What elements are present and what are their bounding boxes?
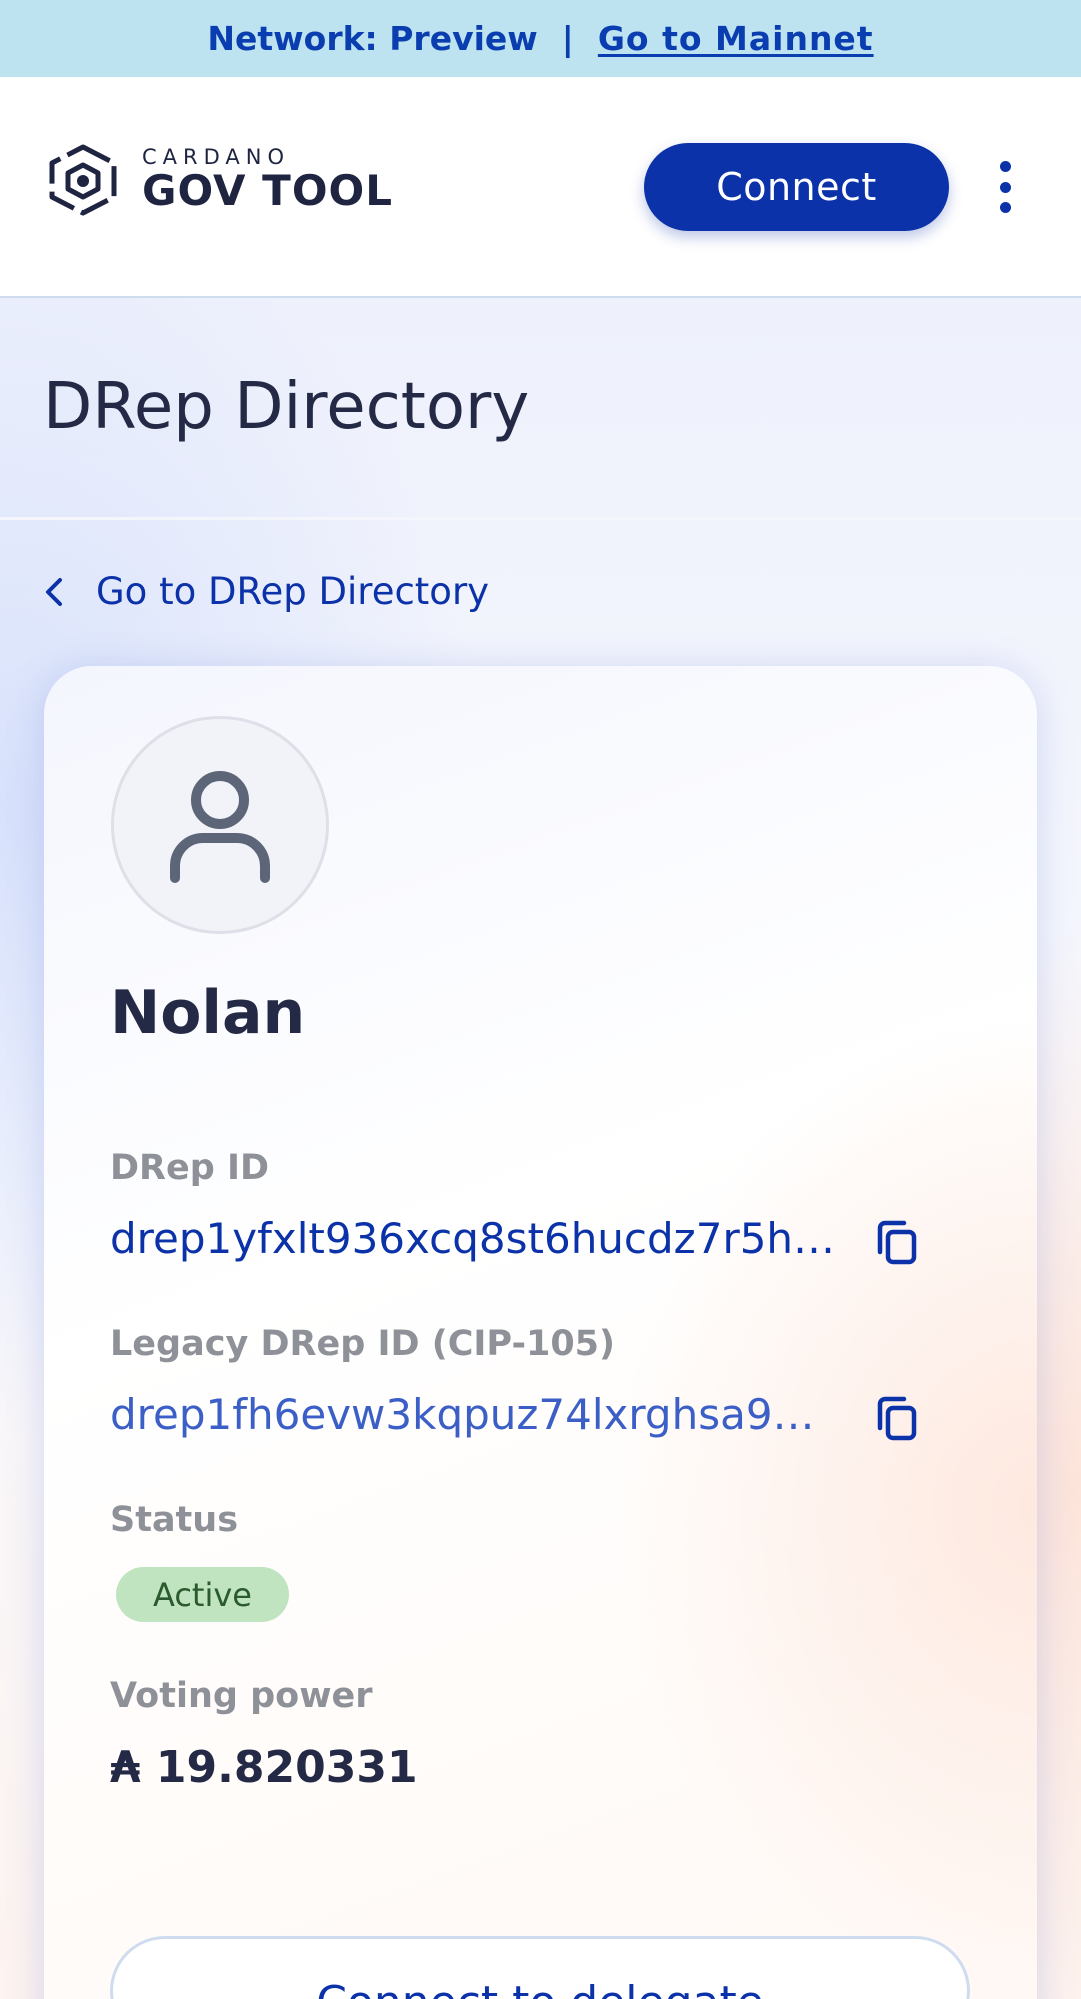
kebab-menu-icon[interactable] <box>990 157 1020 217</box>
page-title: DRep Directory <box>43 370 530 444</box>
status-badge: Active <box>116 1567 289 1622</box>
voting-power-value: ₳ 19.820331 <box>110 1742 418 1793</box>
chevron-left-icon <box>46 577 62 606</box>
govtool-logo[interactable]: CARDANO GOV TOOL <box>42 143 393 217</box>
status-label: Status <box>110 1500 239 1540</box>
copy-drep-id-icon[interactable] <box>872 1218 922 1268</box>
voting-power-label: Voting power <box>110 1676 373 1716</box>
legacy-drep-id-label: Legacy DRep ID (CIP-105) <box>110 1324 616 1364</box>
network-banner: Network: Preview | Go to Mainnet <box>0 0 1081 77</box>
user-icon <box>170 771 270 883</box>
logo-big-text: GOV TOOL <box>142 166 393 215</box>
logo-small-text: CARDANO <box>142 145 291 169</box>
back-to-directory-link[interactable]: Go to DRep Directory <box>40 570 489 613</box>
app-header: CARDANO GOV TOOL Connect <box>0 77 1081 298</box>
drep-name: Nolan <box>110 978 306 1048</box>
cardano-logo-icon <box>49 144 117 216</box>
back-link-label: Go to DRep Directory <box>96 570 490 613</box>
avatar <box>111 716 329 934</box>
connect-button[interactable]: Connect <box>644 143 949 231</box>
connect-to-delegate-button[interactable]: Connect to delegate <box>110 1936 970 1999</box>
drep-id-value[interactable]: drep1yfxlt936xcq8st6hucdz7r5h… <box>110 1214 850 1263</box>
go-to-mainnet-link[interactable]: Go to Mainnet <box>598 19 874 58</box>
drep-id-label: DRep ID <box>110 1148 270 1188</box>
legacy-drep-id-value[interactable]: drep1fh6evw3kqpuz74lxrghsa9… <box>110 1390 835 1439</box>
copy-legacy-id-icon[interactable] <box>872 1394 922 1444</box>
network-label: Network: Preview <box>207 19 538 58</box>
banner-separator: | <box>561 19 574 58</box>
